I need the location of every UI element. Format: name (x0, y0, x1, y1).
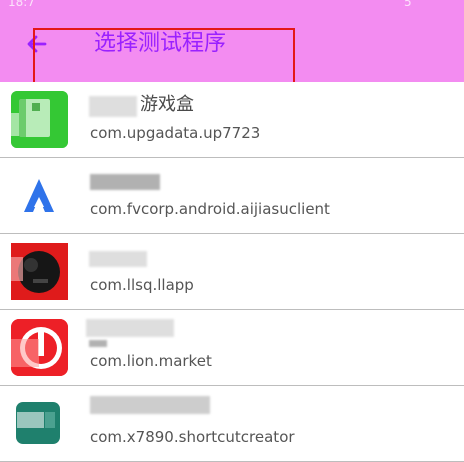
app-package-name: com.lion.market (90, 352, 212, 370)
app-glyph-icon (11, 243, 68, 300)
app-package-name: com.x7890.shortcutcreator (90, 428, 295, 446)
app-glyph-icon (11, 319, 68, 376)
list-item[interactable]: 游戏盒 com.upgadata.up7723 (0, 82, 464, 158)
status-bar: 18:7 5 (0, 0, 464, 12)
blurred-name (90, 396, 210, 414)
app-glyph-icon (16, 402, 60, 444)
blurred-name (89, 251, 147, 267)
blurred-name (86, 319, 174, 337)
app-icon-green (11, 91, 68, 148)
app-package-name: com.llsq.llapp (90, 276, 194, 294)
app-chooser-screen: 18:7 5 选择测试程序 游戏盒 com.upgadata.up7723 co… (0, 0, 464, 462)
list-item[interactable]: com.llsq.llapp (0, 234, 464, 310)
app-package-name: com.fvcorp.android.aijiasuclient (90, 200, 330, 218)
blurred-name (90, 174, 160, 190)
rocket-glyph-icon (24, 179, 54, 212)
status-time: 18:7 (8, 0, 35, 9)
app-name: 游戏盒 (140, 94, 194, 115)
blurred-name-fragment (89, 340, 107, 347)
app-list: 游戏盒 com.upgadata.up7723 com.fvcorp.andro… (0, 82, 464, 462)
app-icon-teal (11, 396, 68, 453)
rocket-icon (11, 167, 68, 224)
app-package-name: com.upgadata.up7723 (90, 124, 261, 142)
app-glyph-icon (11, 91, 68, 148)
app-bar: 选择测试程序 (0, 12, 464, 129)
status-indicator: 5 (404, 0, 412, 9)
list-item[interactable]: com.fvcorp.android.aijiasuclient (0, 158, 464, 234)
list-item[interactable]: com.x7890.shortcutcreator (0, 386, 464, 462)
app-icon-red-white (11, 319, 68, 376)
app-icon-red-black (11, 243, 68, 300)
blurred-name (89, 96, 137, 117)
list-item[interactable]: com.lion.market (0, 310, 464, 386)
